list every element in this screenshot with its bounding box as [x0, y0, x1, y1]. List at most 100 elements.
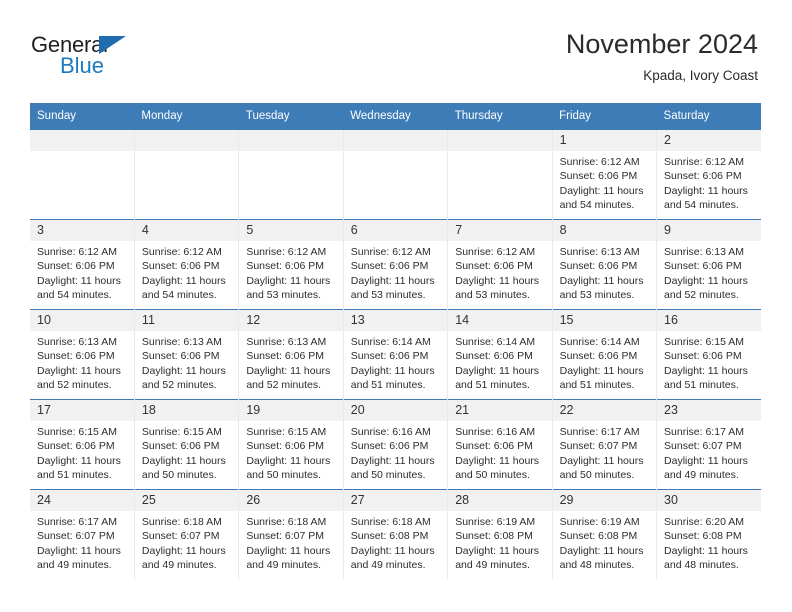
sunset-text: Sunset: 6:06 PM — [246, 260, 324, 273]
calendar-day-cell[interactable]: 26 Sunrise: 6:18 AM Sunset: 6:07 PM Dayligh… — [238, 489, 344, 579]
calendar-day-cell[interactable]: 7 Sunrise: 6:12 AM Sunset: 6:06 PM Daylight… — [447, 219, 553, 310]
sunrise-text: Sunrise: 6:12 AM — [664, 156, 744, 168]
calendar-day-cell[interactable]: 14 Sunrise: 6:14 AM Sunset: 6:06 PM Dayligh… — [447, 309, 553, 400]
daylight-text: Daylight: 11 hours and 52 minutes. — [664, 274, 748, 302]
sunrise-text: Sunrise: 6:15 AM — [37, 426, 117, 438]
day-details: Sunrise: 6:15 AM Sunset: 6:06 PM Daylight:… — [657, 331, 761, 393]
daylight-text: Daylight: 11 hours and 49 minutes. — [455, 544, 540, 572]
calendar-day-cell[interactable]: 20 Sunrise: 6:16 AM Sunset: 6:06 PM Dayligh… — [342, 399, 448, 490]
calendar-day-cell[interactable]: 17 Sunrise: 6:15 AM Sunset: 6:06 PM Dayligh… — [30, 399, 135, 490]
calendar-day-cell[interactable]: 2 Sunrise: 6:12 AM Sunset: 6:06 PM Daylight… — [656, 129, 761, 220]
daylight-text: Daylight: 11 hours and 52 minutes. — [246, 364, 331, 392]
sunset-text: Sunset: 6:08 PM — [350, 530, 429, 543]
day-number — [134, 130, 239, 151]
daylight-text: Daylight: 11 hours and 53 minutes. — [559, 274, 644, 302]
daylight-text: Daylight: 11 hours and 52 minutes. — [37, 364, 121, 392]
calendar-day-cell[interactable]: 3 Sunrise: 6:12 AM Sunset: 6:06 PM Daylight… — [30, 219, 135, 310]
calendar-day-cell[interactable]: 19 Sunrise: 6:15 AM Sunset: 6:06 PM Dayligh… — [238, 399, 344, 490]
sunset-text: Sunset: 6:06 PM — [350, 350, 429, 363]
calendar-day-cell[interactable]: 29 Sunrise: 6:19 AM Sunset: 6:08 PM Dayligh… — [551, 489, 657, 579]
day-number: 14 — [448, 310, 552, 331]
day-number: 23 — [657, 400, 761, 421]
sunrise-text: Sunrise: 6:13 AM — [141, 336, 222, 348]
calendar-day-cell[interactable]: 13 Sunrise: 6:14 AM Sunset: 6:06 PM Dayligh… — [342, 309, 448, 400]
calendar-day-cell[interactable]: 8 Sunrise: 6:13 AM Sunset: 6:06 PM Daylight… — [551, 219, 657, 310]
calendar-week-row: 24 Sunrise: 6:17 AM Sunset: 6:07 PM Dayligh… — [30, 489, 761, 579]
page-header: General Blue November 2024 Kpada, Ivory … — [0, 0, 792, 103]
calendar-day-cell[interactable]: 16 Sunrise: 6:15 AM Sunset: 6:06 PM Dayligh… — [656, 309, 761, 400]
sunset-text: Sunset: 6:06 PM — [37, 350, 115, 363]
sunset-text: Sunset: 6:07 PM — [664, 440, 742, 453]
calendar-day-cell[interactable]: 30 Sunrise: 6:20 AM Sunset: 6:08 PM Dayligh… — [656, 489, 761, 579]
sunset-text: Sunset: 6:08 PM — [455, 530, 533, 543]
daylight-text: Daylight: 11 hours and 54 minutes. — [141, 274, 226, 302]
calendar-day-cell[interactable]: 22 Sunrise: 6:17 AM Sunset: 6:07 PM Dayligh… — [551, 399, 657, 490]
day-details: Sunrise: 6:12 AM Sunset: 6:06 PM Daylight:… — [344, 241, 447, 303]
weekday-header-thursday: Thursday — [447, 103, 553, 130]
page-subtitle: Kpada, Ivory Coast — [643, 68, 758, 83]
day-number: 25 — [134, 490, 239, 511]
day-details: Sunrise: 6:12 AM Sunset: 6:06 PM Daylight:… — [30, 241, 134, 303]
day-details: Sunrise: 6:17 AM Sunset: 6:07 PM Daylight:… — [553, 421, 656, 483]
blue-triangle-icon — [99, 36, 126, 54]
day-details: Sunrise: 6:14 AM Sunset: 6:06 PM Daylight:… — [344, 331, 447, 393]
daylight-text: Daylight: 11 hours and 49 minutes. — [664, 454, 748, 482]
day-number: 27 — [343, 490, 448, 511]
calendar-day-cell[interactable]: 11 Sunrise: 6:13 AM Sunset: 6:06 PM Dayligh… — [133, 309, 239, 400]
calendar-grid: Sunday Monday Tuesday Wednesday Thursday… — [30, 103, 761, 579]
day-number: 26 — [239, 490, 343, 511]
calendar-day-cell[interactable]: 12 Sunrise: 6:13 AM Sunset: 6:06 PM Dayligh… — [238, 309, 344, 400]
sunrise-text: Sunrise: 6:12 AM — [37, 246, 117, 258]
calendar-day-cell[interactable]: 1 Sunrise: 6:12 AM Sunset: 6:06 PM Daylight… — [551, 129, 657, 220]
calendar-day-cell[interactable]: 23 Sunrise: 6:17 AM Sunset: 6:07 PM Dayligh… — [656, 399, 761, 490]
calendar-day-cell[interactable]: 5 Sunrise: 6:12 AM Sunset: 6:06 PM Daylight… — [238, 219, 344, 310]
day-number: 9 — [657, 220, 761, 241]
calendar-day-cell[interactable]: 4 Sunrise: 6:12 AM Sunset: 6:06 PM Daylight… — [133, 219, 239, 310]
calendar-day-cell[interactable]: 18 Sunrise: 6:15 AM Sunset: 6:06 PM Dayligh… — [133, 399, 239, 490]
calendar-day-cell[interactable]: 27 Sunrise: 6:18 AM Sunset: 6:08 PM Dayligh… — [342, 489, 448, 579]
daylight-text: Daylight: 11 hours and 53 minutes. — [350, 274, 435, 302]
sunset-text: Sunset: 6:06 PM — [141, 260, 220, 273]
day-details: Sunrise: 6:12 AM Sunset: 6:06 PM Daylight:… — [135, 241, 238, 303]
day-number: 24 — [30, 490, 134, 511]
calendar-day-cell[interactable]: 9 Sunrise: 6:13 AM Sunset: 6:06 PM Daylight… — [656, 219, 761, 310]
sunset-text: Sunset: 6:06 PM — [350, 440, 429, 453]
calendar-day-cell[interactable]: 28 Sunrise: 6:19 AM Sunset: 6:08 PM Dayligh… — [447, 489, 553, 579]
sunset-text: Sunset: 6:06 PM — [246, 440, 324, 453]
day-details: Sunrise: 6:12 AM Sunset: 6:06 PM Daylight:… — [553, 151, 656, 213]
calendar-day-cell[interactable]: 21 Sunrise: 6:16 AM Sunset: 6:06 PM Dayligh… — [447, 399, 553, 490]
sunset-text: Sunset: 6:06 PM — [664, 350, 742, 363]
daylight-text: Daylight: 11 hours and 50 minutes. — [455, 454, 540, 482]
daylight-text: Daylight: 11 hours and 51 minutes. — [37, 454, 121, 482]
daylight-text: Daylight: 11 hours and 49 minutes. — [37, 544, 121, 572]
day-number: 22 — [552, 400, 657, 421]
day-number: 5 — [239, 220, 343, 241]
sunset-text: Sunset: 6:06 PM — [455, 440, 533, 453]
day-details: Sunrise: 6:16 AM Sunset: 6:06 PM Daylight:… — [448, 421, 551, 483]
calendar-day-cell[interactable]: 15 Sunrise: 6:14 AM Sunset: 6:06 PM Dayligh… — [551, 309, 657, 400]
day-details: Sunrise: 6:18 AM Sunset: 6:08 PM Daylight:… — [344, 511, 447, 573]
day-number: 7 — [448, 220, 552, 241]
day-number: 3 — [30, 220, 134, 241]
sunset-text: Sunset: 6:07 PM — [559, 440, 638, 453]
calendar-day-cell-empty — [447, 129, 553, 220]
sunset-text: Sunset: 6:06 PM — [37, 440, 115, 453]
calendar-day-cell[interactable]: 10 Sunrise: 6:13 AM Sunset: 6:06 PM Dayligh… — [30, 309, 135, 400]
weekday-header-row: Sunday Monday Tuesday Wednesday Thursday… — [30, 103, 761, 130]
calendar-day-cell[interactable]: 25 Sunrise: 6:18 AM Sunset: 6:07 PM Dayligh… — [133, 489, 239, 579]
day-details: Sunrise: 6:17 AM Sunset: 6:07 PM Daylight:… — [30, 511, 134, 573]
calendar-day-cell[interactable]: 24 Sunrise: 6:17 AM Sunset: 6:07 PM Dayligh… — [30, 489, 135, 579]
sunset-text: Sunset: 6:07 PM — [141, 530, 220, 543]
daylight-text: Daylight: 11 hours and 54 minutes. — [559, 184, 644, 212]
weekday-header-saturday: Saturday — [656, 103, 761, 130]
day-details: Sunrise: 6:13 AM Sunset: 6:06 PM Daylight:… — [30, 331, 134, 393]
sunrise-text: Sunrise: 6:12 AM — [246, 246, 327, 258]
calendar-day-cell[interactable]: 6 Sunrise: 6:12 AM Sunset: 6:06 PM Daylight… — [342, 219, 448, 310]
sunrise-text: Sunrise: 6:16 AM — [455, 426, 536, 438]
day-details: Sunrise: 6:12 AM Sunset: 6:06 PM Daylight:… — [657, 151, 761, 213]
day-details: Sunrise: 6:13 AM Sunset: 6:06 PM Daylight:… — [239, 331, 342, 393]
sunset-text: Sunset: 6:06 PM — [37, 260, 115, 273]
day-number: 20 — [343, 400, 448, 421]
day-number: 2 — [657, 130, 761, 151]
daylight-text: Daylight: 11 hours and 50 minutes. — [246, 454, 331, 482]
